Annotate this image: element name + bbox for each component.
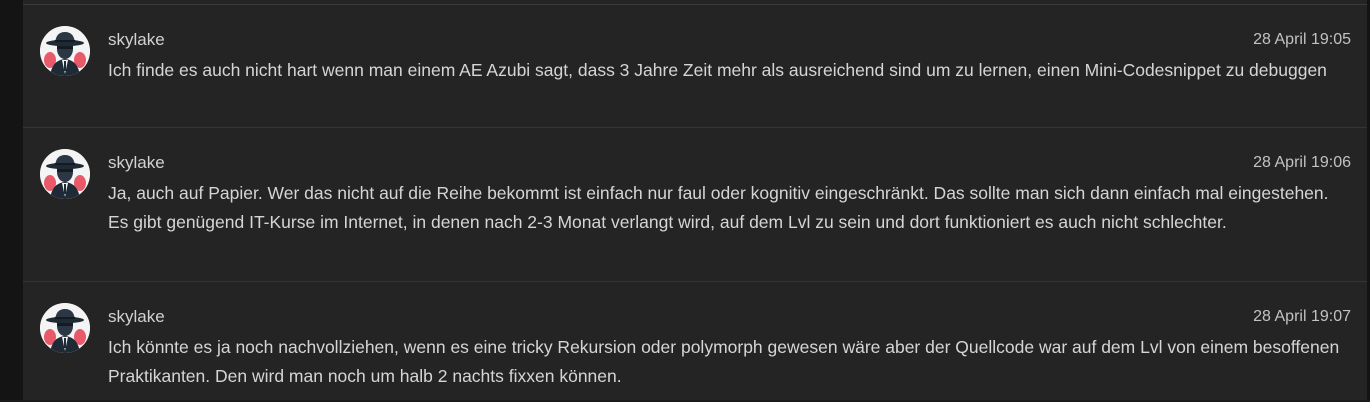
- message-body: Ich könnte es ja noch nachvollziehen, we…: [108, 337, 1340, 386]
- message-body: Ja, auch auf Papier. Wer das nicht auf d…: [108, 183, 1329, 232]
- spy-hat-icon: [40, 303, 90, 353]
- message-username[interactable]: skylake: [108, 151, 165, 175]
- message-feed: skylake 28 April 19:05 Ich finde es auch…: [23, 0, 1367, 400]
- spy-hat-icon: [40, 149, 90, 199]
- avatar[interactable]: [40, 149, 90, 199]
- message-timestamp: 28 April 19:06: [1253, 154, 1351, 171]
- message-timestamp: 28 April 19:07: [1253, 308, 1351, 325]
- message-timestamp: 28 April 19:05: [1253, 31, 1351, 48]
- avatar[interactable]: [40, 303, 90, 353]
- spy-hat-icon: [40, 26, 90, 76]
- message-item: skylake 28 April 19:06 Ja, auch auf Papi…: [23, 128, 1367, 282]
- message-item: skylake 28 April 19:07 Ich könnte es ja …: [23, 282, 1367, 402]
- avatar[interactable]: [40, 26, 90, 76]
- message-username[interactable]: skylake: [108, 305, 165, 329]
- left-gutter: [0, 0, 23, 400]
- message-username[interactable]: skylake: [108, 28, 165, 52]
- message-item: skylake 28 April 19:05 Ich finde es auch…: [23, 5, 1367, 128]
- message-body: Ich finde es auch nicht hart wenn man ei…: [108, 60, 1327, 80]
